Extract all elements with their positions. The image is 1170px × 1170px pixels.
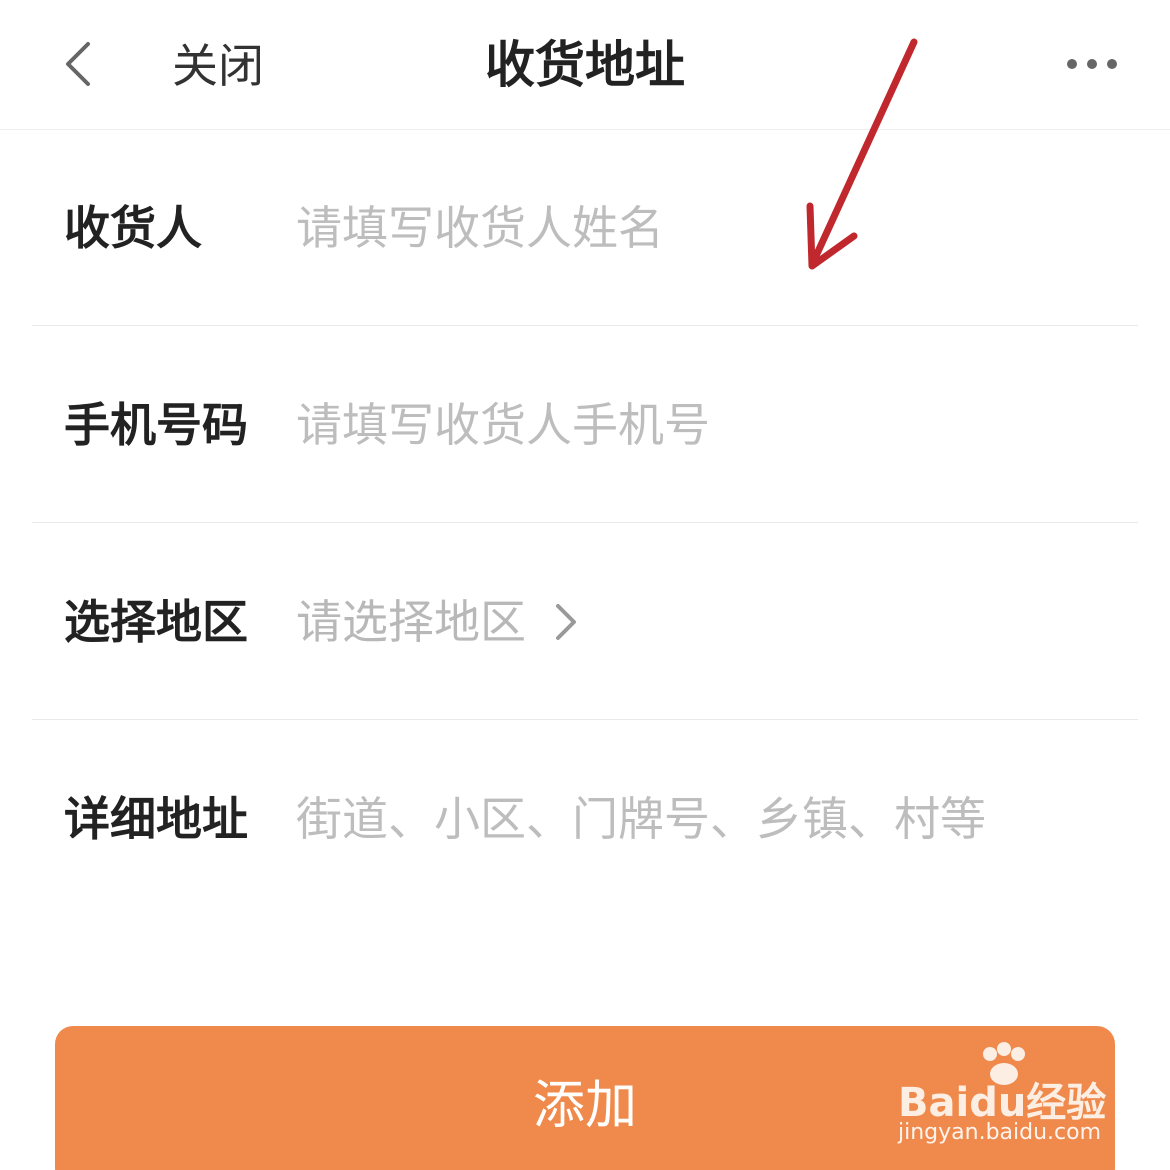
header-bar: 关闭 收货地址 — [0, 0, 1170, 130]
form-row-name: 收货人 — [32, 130, 1138, 326]
form-row-detail: 详细地址 — [32, 721, 1138, 917]
close-button[interactable]: 关闭 — [172, 34, 264, 98]
address-page: 关闭 收货地址 收货人 手机号码 选择地区 请选择地区 详细地址 — [0, 0, 1170, 1170]
region-selector[interactable]: 请选择地区 — [296, 582, 584, 662]
region-placeholder: 请选择地区 — [296, 595, 526, 649]
more-dots-icon — [1067, 59, 1117, 69]
name-input[interactable] — [296, 188, 1116, 268]
chevron-left-icon — [66, 42, 90, 86]
form-row-region: 选择地区 请选择地区 — [32, 524, 1138, 720]
chevron-right-icon — [556, 604, 576, 640]
detail-input[interactable] — [296, 779, 1116, 859]
phone-label: 手机号码 — [64, 398, 248, 452]
add-button[interactable]: 添加 — [55, 1026, 1115, 1170]
back-button[interactable] — [52, 32, 112, 96]
detail-label: 详细地址 — [64, 792, 248, 846]
phone-input[interactable] — [296, 385, 1116, 465]
name-label: 收货人 — [64, 201, 202, 255]
form-row-phone: 手机号码 — [32, 327, 1138, 523]
region-label: 选择地区 — [64, 595, 248, 649]
more-button[interactable] — [1062, 44, 1122, 84]
